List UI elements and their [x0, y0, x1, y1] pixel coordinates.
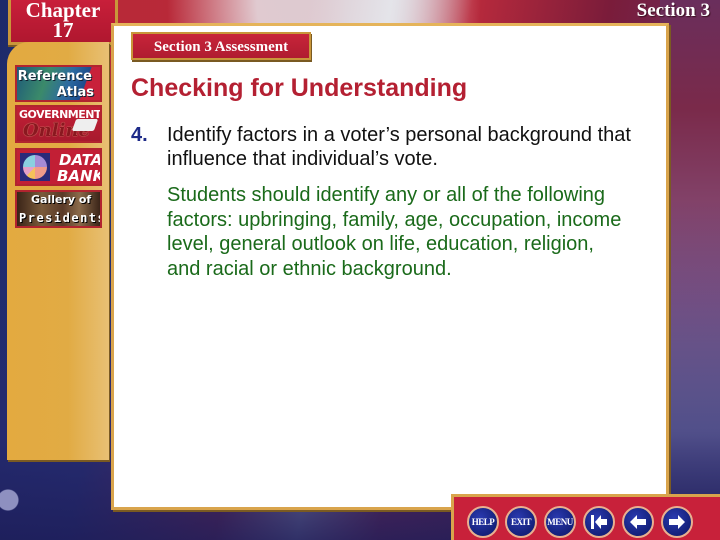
gallery-label-2: Presidents [19, 211, 102, 225]
reference-atlas-button[interactable]: Reference Atlas [15, 65, 102, 102]
first-slide-icon [591, 515, 607, 529]
previous-arrow-icon [630, 515, 646, 529]
reference-atlas-label-2: Atlas [56, 85, 94, 100]
navigation-bar: HELP EXIT MENU [451, 494, 720, 540]
previous-button[interactable] [622, 506, 654, 538]
page-heading: Checking for Understanding [131, 74, 468, 102]
section-assessment-tab: Section 3 Assessment [131, 32, 311, 60]
chapter-tab: Chapter 17 [8, 0, 118, 45]
question: 4. Identify factors in a voter’s persona… [131, 123, 651, 171]
reference-atlas-label-1: Reference [17, 69, 92, 84]
open-book-icon [71, 119, 99, 131]
menu-button[interactable]: MENU [544, 506, 576, 538]
next-button[interactable] [661, 506, 693, 538]
data-bank-button[interactable]: DATA BANK [15, 148, 102, 186]
answer-text: Students should identify any or all of t… [167, 184, 622, 280]
chapter-number: 17 [52, 18, 74, 42]
sidebar: Reference Atlas GOVERNMENT Online DATA B… [7, 42, 109, 460]
pie-chart-icon [20, 153, 50, 181]
exit-button[interactable]: EXIT [505, 506, 537, 538]
question-number: 4. [131, 124, 148, 146]
data-bank-label-2: BANK [57, 167, 102, 185]
help-button[interactable]: HELP [467, 506, 499, 538]
next-arrow-icon [669, 515, 685, 529]
first-slide-button[interactable] [583, 506, 615, 538]
gallery-label-1: Gallery of [31, 193, 92, 206]
question-text: Identify factors in a voter’s personal b… [167, 124, 631, 170]
gallery-of-presidents-button[interactable]: Gallery of Presidents [15, 190, 102, 228]
government-online-button[interactable]: GOVERNMENT Online [15, 105, 102, 143]
section-label: Section 3 [636, 0, 710, 21]
